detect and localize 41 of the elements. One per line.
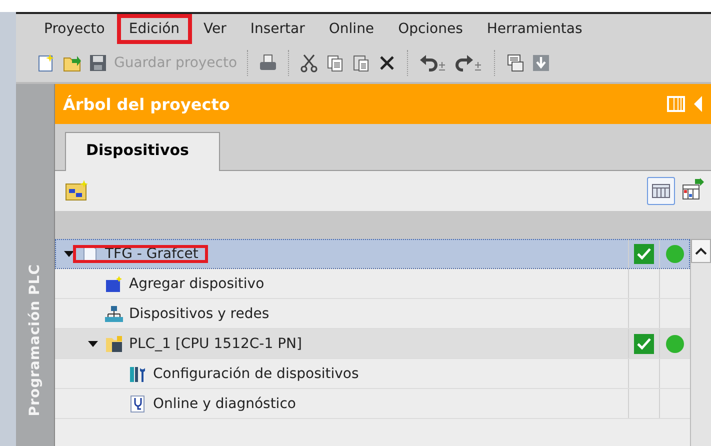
panel-title: Árbol del proyecto [63, 94, 230, 114]
tree-item-label: TFG - Grafcet [105, 246, 198, 262]
export-table-icon[interactable] [681, 177, 705, 201]
compile-icon[interactable] [505, 53, 526, 73]
download-icon[interactable] [531, 53, 552, 73]
expanded-arrow-icon[interactable] [63, 248, 75, 258]
paste-icon[interactable] [351, 53, 372, 73]
table-icon [652, 184, 670, 198]
tree-row[interactable]: TFG - Grafcet [55, 239, 690, 269]
menu-item[interactable]: Herramientas [474, 14, 594, 44]
tree-item-label: Online y diagnóstico [153, 396, 296, 412]
new-document-icon[interactable] [36, 53, 56, 73]
printer-icon[interactable] [258, 53, 278, 73]
tree-row[interactable]: PLC_1 [CPU 1512C-1 PN] [55, 329, 690, 359]
menu-item[interactable]: Ver [192, 14, 238, 44]
copy-icon[interactable] [325, 53, 346, 73]
add-device-folder-icon[interactable] [65, 180, 89, 202]
menu-item[interactable]: Proyecto [32, 14, 117, 44]
tab[interactable]: Dispositivos [65, 132, 220, 171]
save-icon [88, 53, 108, 73]
menu-item[interactable]: Online [316, 14, 386, 44]
add-device-icon [105, 274, 123, 292]
tree-item-label: Dispositivos y redes [129, 306, 270, 322]
diagnostics-icon [129, 394, 147, 412]
tree-row[interactable]: Online y diagnóstico [55, 389, 690, 419]
device-config-icon [129, 364, 147, 382]
tree-item-label: Configuración de dispositivos [153, 366, 359, 382]
tree-row[interactable]: Agregar dispositivo [55, 269, 690, 299]
scissors-icon[interactable] [299, 53, 320, 73]
menu-item[interactable]: Insertar [238, 14, 317, 44]
scroll-up-icon[interactable] [695, 247, 707, 255]
tree-row[interactable]: Configuración de dispositivos [55, 359, 690, 389]
network-icon [105, 304, 123, 322]
table-view-button[interactable] [647, 177, 675, 205]
menu-item[interactable]: Edición [116, 14, 192, 44]
tree-item-label: Agregar dispositivo [129, 276, 264, 292]
expanded-arrow-icon[interactable] [87, 338, 99, 348]
plc-folder-icon [105, 334, 123, 352]
tree-item-label: PLC_1 [CPU 1512C-1 PN] [129, 336, 302, 352]
scrollbar[interactable] [690, 239, 711, 446]
menu-item[interactable]: Opciones [386, 14, 475, 44]
